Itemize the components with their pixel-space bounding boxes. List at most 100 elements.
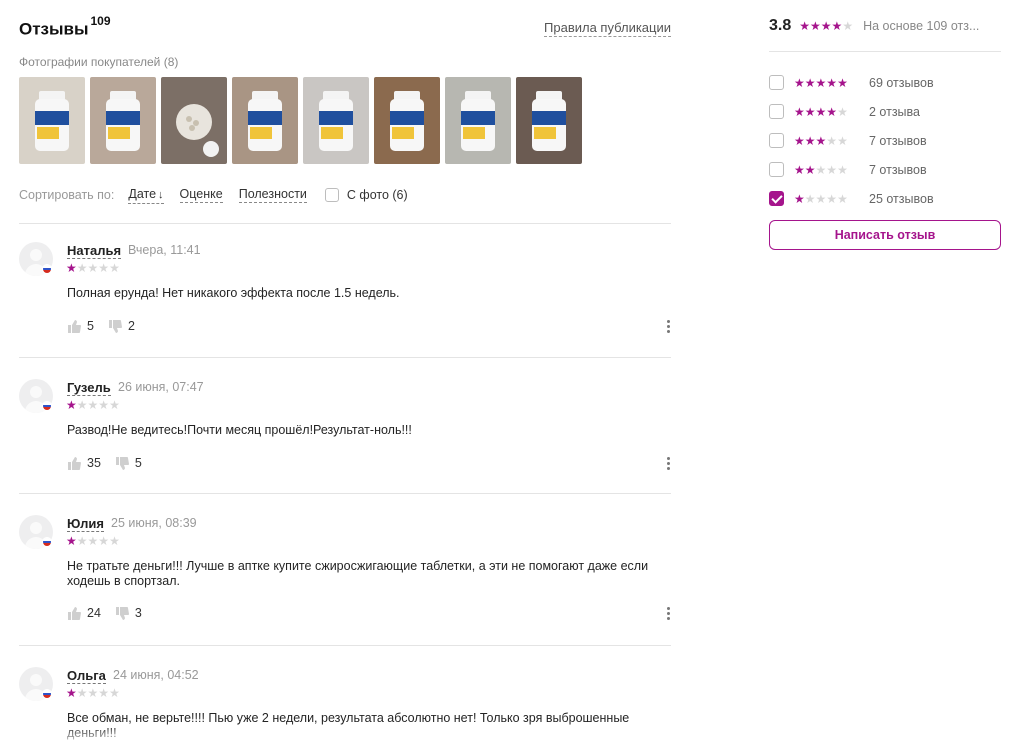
checkbox-icon[interactable] bbox=[769, 162, 784, 177]
sort-by-rating[interactable]: Оценке bbox=[179, 187, 223, 203]
star-icon: ★ bbox=[826, 191, 838, 206]
photo-4[interactable] bbox=[232, 77, 298, 164]
thumbs-down-icon bbox=[115, 456, 129, 470]
like-button[interactable]: 5 bbox=[67, 319, 94, 333]
sort-by-usefulness[interactable]: Полезности bbox=[238, 187, 307, 203]
checkbox-icon[interactable] bbox=[769, 133, 784, 148]
star-icon: ★ bbox=[837, 191, 848, 206]
review-author[interactable]: Юлия bbox=[67, 516, 104, 532]
star-icon: ★ bbox=[109, 398, 120, 412]
filter-stars: ★★★★★ bbox=[794, 106, 860, 118]
filter-stars: ★★★★★ bbox=[794, 193, 860, 205]
filter-count: 7 отзывов bbox=[869, 133, 927, 148]
like-count: 35 bbox=[87, 456, 101, 470]
star-icon: ★ bbox=[109, 534, 120, 548]
thumbs-down-icon bbox=[115, 606, 129, 620]
filter-stars: ★★★★★ bbox=[794, 164, 860, 176]
photo-8[interactable] bbox=[516, 77, 582, 164]
checkbox-icon[interactable] bbox=[769, 104, 784, 119]
reviews-title: Отзывы 109 bbox=[19, 14, 111, 40]
star-filter-2[interactable]: ★★★★★ 7 отзывов bbox=[769, 155, 934, 184]
customer-photos-label: Фотографии покупателей (8) bbox=[19, 55, 179, 69]
russia-flag-icon bbox=[42, 401, 52, 411]
star-icon: ★ bbox=[826, 162, 838, 177]
with-photo-filter[interactable]: С фото (6) bbox=[324, 188, 408, 202]
photo-5[interactable] bbox=[303, 77, 369, 164]
with-photo-label: С фото (6) bbox=[346, 188, 408, 202]
photo-6[interactable] bbox=[374, 77, 440, 164]
more-vertical-icon[interactable] bbox=[665, 320, 671, 333]
thumbs-up-icon bbox=[68, 456, 81, 470]
review-rating-stars: ★★★★★ bbox=[66, 399, 120, 411]
photo-1[interactable] bbox=[19, 77, 85, 164]
star-icon: ★ bbox=[794, 191, 805, 206]
star-icon: ★ bbox=[842, 19, 854, 33]
with-photo-checkbox[interactable] bbox=[324, 188, 339, 202]
star-filter-4[interactable]: ★★★★★ 2 отзыва bbox=[769, 97, 934, 126]
review-rating-stars: ★★★★★ bbox=[66, 262, 120, 274]
star-icon: ★ bbox=[810, 19, 821, 33]
like-button[interactable]: 24 bbox=[67, 606, 101, 620]
like-count: 5 bbox=[87, 319, 94, 333]
rating-summary-head: 3.8 ★★★★★ На основе 109 отз... bbox=[769, 17, 1001, 35]
russia-flag-icon bbox=[42, 264, 52, 274]
star-icon: ★ bbox=[837, 75, 848, 90]
star-icon: ★ bbox=[815, 75, 827, 90]
star-icon: ★ bbox=[109, 686, 120, 700]
publication-rules-link[interactable]: Правила публикации bbox=[544, 20, 671, 37]
reviews-count: 109 bbox=[90, 14, 111, 28]
review-author[interactable]: Ольга bbox=[67, 668, 106, 684]
star-filter-1[interactable]: ★★★★★ 25 отзывов bbox=[769, 184, 934, 213]
customer-photos-strip bbox=[19, 77, 582, 164]
reviews-section: Отзывы 109 Правила публикации Фотографии … bbox=[19, 0, 671, 740]
review-votes: 35 5 bbox=[67, 456, 142, 470]
review-date: Вчера, 11:41 bbox=[128, 243, 201, 257]
more-vertical-icon[interactable] bbox=[665, 457, 671, 470]
star-icon: ★ bbox=[98, 398, 110, 412]
review-author[interactable]: Наталья bbox=[67, 243, 122, 259]
checkbox-icon[interactable] bbox=[769, 191, 784, 206]
star-icon: ★ bbox=[109, 261, 120, 275]
sort-by-date[interactable]: Дате ↓ bbox=[128, 187, 164, 204]
review-date: 26 июня, 07:47 bbox=[118, 380, 204, 394]
photo-7[interactable] bbox=[445, 77, 511, 164]
star-icon: ★ bbox=[804, 133, 816, 148]
star-icon: ★ bbox=[826, 75, 838, 90]
sort-label: Сортировать по: bbox=[19, 188, 115, 202]
star-icon: ★ bbox=[820, 19, 832, 33]
star-icon: ★ bbox=[799, 19, 811, 33]
star-icon: ★ bbox=[804, 75, 816, 90]
star-icon: ★ bbox=[98, 534, 110, 548]
star-icon: ★ bbox=[87, 534, 99, 548]
sort-bar: Сортировать по: Дате ↓ Оценке Полезности … bbox=[19, 186, 408, 204]
review-author[interactable]: Гузель bbox=[67, 380, 111, 396]
reviews-title-text: Отзывы bbox=[19, 19, 89, 39]
star-icon: ★ bbox=[831, 19, 843, 33]
checkbox-icon[interactable] bbox=[769, 75, 784, 90]
star-icon: ★ bbox=[794, 162, 805, 177]
dislike-button[interactable]: 3 bbox=[115, 606, 142, 620]
star-icon: ★ bbox=[76, 686, 88, 700]
star-filter-3[interactable]: ★★★★★ 7 отзывов bbox=[769, 126, 934, 155]
review-votes: 24 3 bbox=[67, 606, 142, 620]
more-vertical-icon[interactable] bbox=[665, 607, 671, 620]
thumbs-up-icon bbox=[68, 606, 81, 620]
like-button[interactable]: 35 bbox=[67, 456, 101, 470]
star-icon: ★ bbox=[66, 534, 77, 548]
review-text: Полная ерунда! Нет никакого эффекта посл… bbox=[67, 286, 400, 300]
star-filter-5[interactable]: ★★★★★ 69 отзывов bbox=[769, 68, 934, 97]
write-review-button[interactable]: Написать отзыв bbox=[769, 220, 1001, 250]
dislike-count: 5 bbox=[134, 456, 142, 470]
dislike-button[interactable]: 5 bbox=[115, 456, 142, 470]
star-icon: ★ bbox=[826, 104, 838, 119]
filter-count: 7 отзывов bbox=[869, 162, 927, 177]
photo-2[interactable] bbox=[90, 77, 156, 164]
dislike-button[interactable]: 2 bbox=[108, 319, 135, 333]
like-count: 24 bbox=[87, 606, 101, 620]
photo-3[interactable] bbox=[161, 77, 227, 164]
review-rating-stars: ★★★★★ bbox=[66, 687, 120, 699]
filter-stars: ★★★★★ bbox=[794, 135, 860, 147]
star-icon: ★ bbox=[804, 191, 816, 206]
review-text: Не тратьте деньги!!! Лучше в аптке купит… bbox=[67, 559, 649, 588]
star-icon: ★ bbox=[804, 162, 816, 177]
